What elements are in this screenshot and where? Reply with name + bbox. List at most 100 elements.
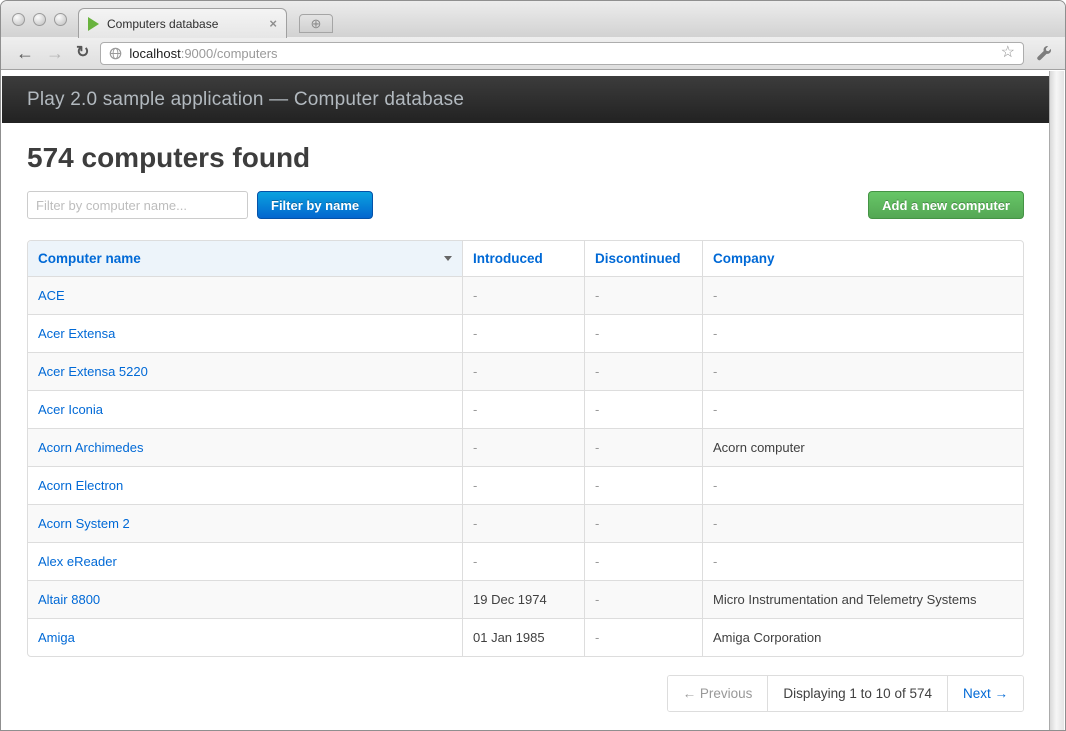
browser-window: Computers database × ⊕ ← → ↻ localhost:9…: [0, 0, 1066, 731]
discontinued-cell: -: [584, 542, 702, 580]
table-row: Altair 8800 19 Dec 1974 - Micro Instrume…: [28, 580, 1023, 618]
app-navbar: Play 2.0 sample application — Computer d…: [2, 76, 1049, 123]
filter-button[interactable]: Filter by name: [257, 191, 373, 219]
sort-caret-icon: [444, 256, 452, 261]
column-header-introduced[interactable]: Introduced: [462, 241, 584, 276]
computer-name-cell: Alex eReader: [28, 542, 462, 580]
table-header-row: Computer name Introduced Discontinued Co…: [28, 241, 1023, 276]
table-row: Acorn Archimedes - - Acorn computer: [28, 428, 1023, 466]
url-host: localhost: [129, 46, 180, 61]
minimize-window-button[interactable]: [33, 13, 46, 26]
computer-link[interactable]: Acorn System 2: [38, 516, 130, 531]
discontinued-cell: -: [584, 466, 702, 504]
window-titlebar: Computers database × ⊕: [1, 1, 1065, 37]
play-favicon-icon: [88, 17, 99, 31]
company-cell: -: [702, 276, 1023, 314]
column-header-company[interactable]: Company: [702, 241, 1023, 276]
tab-title: Computers database: [107, 17, 269, 31]
forward-icon[interactable]: →: [40, 44, 70, 62]
add-computer-button[interactable]: Add a new computer: [868, 191, 1024, 219]
table-row: Amiga 01 Jan 1985 - Amiga Corporation: [28, 618, 1023, 656]
company-cell: -: [702, 504, 1023, 542]
introduced-cell: -: [462, 542, 584, 580]
scrollbar[interactable]: [1049, 71, 1064, 730]
discontinued-cell: -: [584, 276, 702, 314]
table-row: Acer Extensa - - -: [28, 314, 1023, 352]
back-icon[interactable]: ←: [10, 44, 40, 62]
close-window-button[interactable]: [12, 13, 25, 26]
column-header-computer-name[interactable]: Computer name: [28, 241, 462, 276]
company-cell: -: [702, 390, 1023, 428]
computer-link[interactable]: Acorn Archimedes: [38, 440, 144, 455]
computer-name-cell: Acer Iconia: [28, 390, 462, 428]
discontinued-cell: -: [584, 618, 702, 656]
company-cell: -: [702, 314, 1023, 352]
pagination-info: Displaying 1 to 10 of 574: [767, 676, 947, 711]
column-header-discontinued[interactable]: Discontinued: [584, 241, 702, 276]
url-text: localhost:9000/computers: [129, 46, 277, 61]
table-row: ACE - - -: [28, 276, 1023, 314]
table-row: Acer Iconia - - -: [28, 390, 1023, 428]
computer-link[interactable]: Acer Iconia: [38, 402, 103, 417]
introduced-cell: -: [462, 314, 584, 352]
introduced-cell: 01 Jan 1985: [462, 618, 584, 656]
computer-link[interactable]: Acorn Electron: [38, 478, 123, 493]
browser-toolbar: ← → ↻ localhost:9000/computers ☆: [1, 37, 1065, 70]
zoom-window-button[interactable]: [54, 13, 67, 26]
discontinued-cell: -: [584, 314, 702, 352]
new-tab-button[interactable]: ⊕: [299, 14, 333, 33]
computer-name-cell: Acer Extensa 5220: [28, 352, 462, 390]
computer-name-cell: Acorn System 2: [28, 504, 462, 542]
app-title: Play 2.0 sample application — Computer d…: [27, 89, 464, 111]
computer-link[interactable]: Amiga: [38, 630, 75, 645]
computer-link[interactable]: Acer Extensa: [38, 326, 115, 341]
main-container: 574 computers found Filter by name Add a…: [2, 142, 1049, 712]
previous-page-button[interactable]: ← Previous: [668, 676, 768, 711]
introduced-cell: -: [462, 352, 584, 390]
next-page-button[interactable]: Next →: [947, 676, 1023, 711]
introduced-cell: -: [462, 466, 584, 504]
company-cell: Acorn computer: [702, 428, 1023, 466]
introduced-cell: -: [462, 504, 584, 542]
browser-tab[interactable]: Computers database ×: [78, 8, 287, 38]
column-label: Computer name: [38, 251, 141, 266]
actions-row: Filter by name Add a new computer: [27, 191, 1024, 219]
url-path: :9000/computers: [181, 46, 278, 61]
bookmark-star-icon[interactable]: ☆: [1001, 45, 1015, 61]
wrench-menu-icon[interactable]: [1031, 45, 1056, 62]
computer-link[interactable]: ACE: [38, 288, 65, 303]
company-cell: -: [702, 542, 1023, 580]
company-cell: Micro Instrumentation and Telemetry Syst…: [702, 580, 1023, 618]
table-row: Acorn Electron - - -: [28, 466, 1023, 504]
computers-table: Computer name Introduced Discontinued Co…: [27, 240, 1024, 657]
computer-link[interactable]: Altair 8800: [38, 592, 100, 607]
tab-close-icon[interactable]: ×: [269, 16, 277, 31]
window-controls: [12, 13, 67, 26]
discontinued-cell: -: [584, 504, 702, 542]
discontinued-cell: -: [584, 352, 702, 390]
introduced-cell: -: [462, 390, 584, 428]
computer-name-cell: Altair 8800: [28, 580, 462, 618]
computer-link[interactable]: Alex eReader: [38, 554, 117, 569]
computer-link[interactable]: Acer Extensa 5220: [38, 364, 148, 379]
pagination-group: ← Previous Displaying 1 to 10 of 574 Nex…: [667, 675, 1024, 712]
introduced-cell: -: [462, 276, 584, 314]
page-content: Play 2.0 sample application — Computer d…: [2, 71, 1049, 730]
address-bar[interactable]: localhost:9000/computers ☆: [100, 42, 1024, 65]
company-cell: -: [702, 352, 1023, 390]
table-row: Alex eReader - - -: [28, 542, 1023, 580]
introduced-cell: -: [462, 428, 584, 466]
discontinued-cell: -: [584, 428, 702, 466]
company-cell: Amiga Corporation: [702, 618, 1023, 656]
computer-name-cell: Acorn Electron: [28, 466, 462, 504]
discontinued-cell: -: [584, 390, 702, 428]
globe-icon: [109, 47, 122, 60]
computer-name-cell: Amiga: [28, 618, 462, 656]
page-title: 574 computers found: [27, 142, 1024, 174]
company-cell: -: [702, 466, 1023, 504]
table-row: Acer Extensa 5220 - - -: [28, 352, 1023, 390]
filter-input[interactable]: [27, 191, 248, 219]
reload-icon[interactable]: ↻: [70, 45, 95, 61]
computer-name-cell: ACE: [28, 276, 462, 314]
computer-name-cell: Acorn Archimedes: [28, 428, 462, 466]
